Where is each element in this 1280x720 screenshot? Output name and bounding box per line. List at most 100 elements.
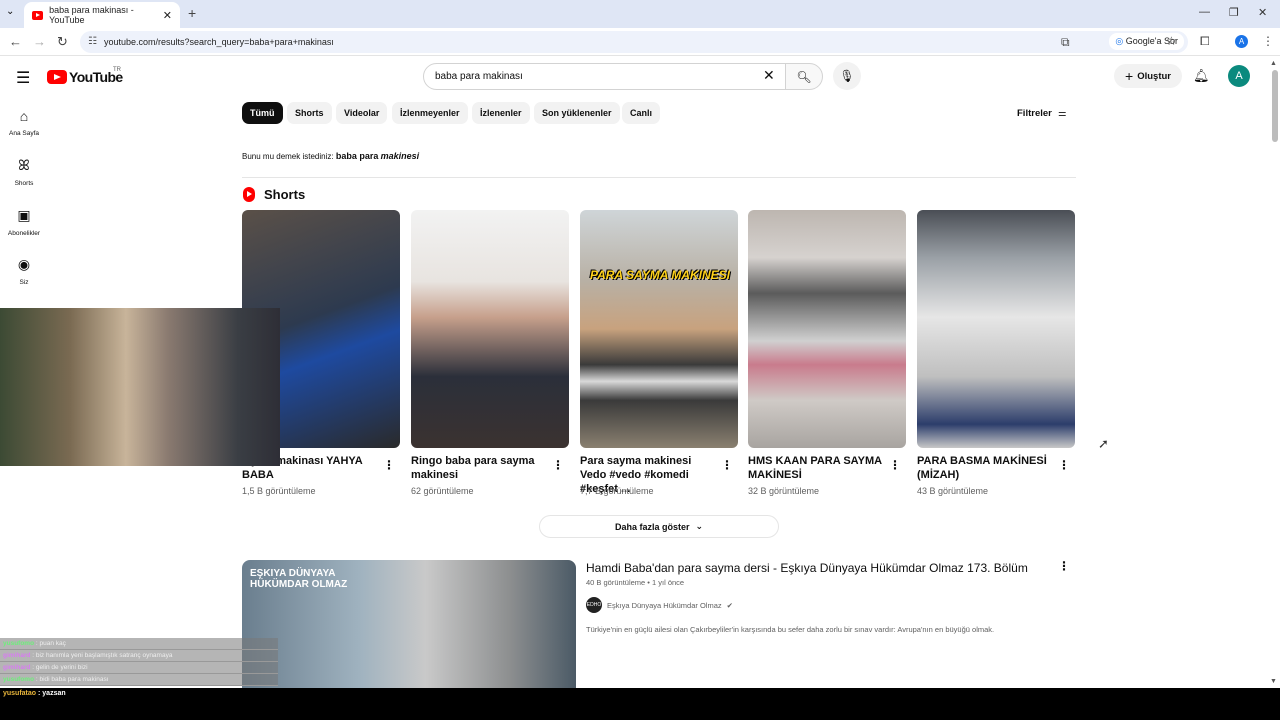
more-options-icon[interactable]: ⋮ bbox=[889, 458, 901, 472]
more-options-icon[interactable]: ⋮ bbox=[1058, 458, 1070, 472]
mouse-cursor-icon: ➚ bbox=[1098, 436, 1109, 451]
chat-username: yusufomo bbox=[3, 640, 35, 647]
url-text: youtube.com/results?search_query=baba+pa… bbox=[104, 37, 334, 47]
short-title[interactable]: PARA BASMA MAKİNESİ (MİZAH) bbox=[917, 454, 1053, 482]
short-thumbnail[interactable]: PARA SAYMA MAKINESI bbox=[580, 210, 738, 448]
chat-text: gelin de yerini bizi bbox=[35, 664, 88, 671]
scrollbar-thumb[interactable] bbox=[1272, 70, 1278, 142]
new-tab-icon[interactable]: + bbox=[188, 5, 196, 21]
notifications-bell-icon[interactable]: 🔔︎ bbox=[1193, 68, 1210, 84]
channel-avatar[interactable]: EDHO bbox=[586, 597, 602, 613]
video-title[interactable]: Hamdi Baba'dan para sayma dersi - Eşkıya… bbox=[586, 561, 1028, 575]
divider bbox=[242, 177, 1076, 178]
short-card[interactable]: PARA SAYMA MAKINESI Para sayma makinesi … bbox=[580, 210, 738, 496]
bookmark-star-icon[interactable]: ☆ bbox=[1166, 34, 1177, 48]
suggestion-link-plain[interactable]: baba para bbox=[336, 151, 379, 161]
youtube-favicon-icon bbox=[32, 10, 44, 20]
sidebar-item-label: Siz bbox=[19, 279, 29, 286]
sidebar-item-subscriptions[interactable]: ▣ Abonelikler bbox=[0, 207, 48, 237]
chip-recently-uploaded[interactable]: Son yüklenenler bbox=[534, 102, 620, 124]
video-thumbnail[interactable]: EŞKIYA DÜNYAYA HÜKÜMDAR OLMAZ bbox=[242, 560, 576, 688]
browser-tab-active[interactable]: baba para makinası - YouTube ✕ bbox=[24, 2, 180, 28]
short-card[interactable]: Ringo baba para sayma makinesi 62 görünt… bbox=[411, 210, 569, 496]
forward-icon[interactable]: → bbox=[33, 34, 46, 49]
scroll-down-icon[interactable]: ▼ bbox=[1270, 678, 1277, 685]
filters-button[interactable]: Filtreler ⚌ bbox=[1017, 108, 1066, 119]
shorts-section-title: Shorts bbox=[264, 187, 306, 202]
sidebar-item-home[interactable]: ⌂ Ana Sayfa bbox=[0, 108, 48, 137]
install-app-icon[interactable]: ⧉ bbox=[1061, 35, 1070, 50]
chat-username: gimihard bbox=[3, 652, 31, 659]
shorts-icon: ꕤ bbox=[18, 157, 30, 173]
sidebar-item-you[interactable]: ◉ Siz bbox=[0, 256, 48, 286]
more-options-icon[interactable]: ⋮ bbox=[383, 458, 395, 472]
filter-sliders-icon: ⚌ bbox=[1057, 108, 1067, 119]
chip-unwatched[interactable]: İzlenmeyenler bbox=[392, 102, 468, 124]
suggestion-link-italic[interactable]: makinesi bbox=[381, 151, 420, 161]
chat-text: bidi baba para makinası bbox=[39, 676, 109, 683]
address-bar[interactable]: ☷ youtube.com/results?search_query=baba+… bbox=[80, 31, 1188, 53]
more-options-icon[interactable]: ⋮ bbox=[721, 458, 733, 472]
clear-search-icon[interactable]: ✕ bbox=[763, 67, 775, 84]
hamburger-menu-icon[interactable]: ☰ bbox=[16, 68, 30, 88]
lens-icon: ◎ bbox=[1115, 36, 1124, 46]
chip-watched[interactable]: İzlenenler bbox=[472, 102, 530, 124]
search-input[interactable]: baba para makinası bbox=[423, 63, 786, 90]
more-options-icon[interactable]: ⋮ bbox=[552, 458, 564, 472]
chat-message: yusufomo : bidi baba para makinası bbox=[0, 674, 278, 686]
chat-message: gimihard : biz hanımla yeni başlamıştık … bbox=[0, 650, 278, 662]
short-thumbnail[interactable] bbox=[917, 210, 1075, 448]
extensions-icon[interactable]: ⧠ bbox=[1200, 34, 1210, 49]
chevron-down-icon: ⌄ bbox=[695, 521, 704, 531]
webcam-overlay bbox=[0, 308, 280, 466]
suggestion-prefix: Bunu mu demek istediniz: bbox=[242, 152, 334, 161]
short-thumbnail[interactable] bbox=[411, 210, 569, 448]
did-you-mean: Bunu mu demek istediniz: baba para makin… bbox=[242, 151, 419, 161]
you-icon: ◉ bbox=[17, 256, 31, 272]
chip-videos[interactable]: Videolar bbox=[336, 102, 388, 124]
short-views: 62 görüntüleme bbox=[411, 486, 474, 496]
channel-row[interactable]: EDHO Eşkıya Dünyaya Hükümdar Olmaz ✔ bbox=[586, 597, 733, 613]
account-avatar[interactable]: A bbox=[1228, 65, 1250, 87]
chat-text: biz hanımla yeni başlamıştık satranç oyn… bbox=[35, 652, 173, 659]
home-icon: ⌂ bbox=[19, 108, 29, 124]
tab-close-icon[interactable]: ✕ bbox=[163, 9, 172, 22]
voice-search-button[interactable]: 🎙︎ bbox=[833, 62, 861, 90]
chip-live[interactable]: Canlı bbox=[622, 102, 661, 124]
chip-shorts[interactable]: Shorts bbox=[287, 102, 332, 124]
show-more-button[interactable]: Daha fazla göster ⌄ bbox=[539, 515, 779, 538]
short-thumbnail[interactable] bbox=[748, 210, 906, 448]
search-button[interactable]: 🔍︎ bbox=[785, 63, 823, 90]
back-icon[interactable]: ← bbox=[9, 34, 22, 49]
scroll-up-icon[interactable]: ▲ bbox=[1270, 60, 1277, 67]
stream-chat: yusufomo : puan kaç gimihard : biz hanım… bbox=[0, 638, 278, 686]
minimize-icon[interactable]: — bbox=[1199, 6, 1210, 18]
sidebar-item-shorts[interactable]: ꕤ Shorts bbox=[0, 157, 48, 187]
short-card[interactable]: HMS KAAN PARA SAYMA MAKİNESİ 32 B görünt… bbox=[748, 210, 906, 496]
create-button[interactable]: + Oluştur bbox=[1114, 64, 1182, 88]
window-close-icon[interactable]: ✕ bbox=[1258, 6, 1267, 19]
show-more-label: Daha fazla göster bbox=[614, 521, 690, 532]
tab-list-icon[interactable]: ⌄ bbox=[6, 6, 14, 17]
short-card[interactable]: PARA BASMA MAKİNESİ (MİZAH) 43 B görüntü… bbox=[917, 210, 1075, 496]
chip-all[interactable]: Tümü bbox=[242, 102, 283, 124]
sidebar-item-label: Abonelikler bbox=[7, 230, 41, 237]
sidebar-item-label: Ana Sayfa bbox=[9, 130, 39, 137]
restore-icon[interactable]: ❐ bbox=[1229, 6, 1239, 19]
chat-message: gimihard : gelin de yerini bizi bbox=[0, 662, 278, 674]
browser-profile-avatar[interactable]: A bbox=[1235, 35, 1248, 48]
channel-name[interactable]: Eşkıya Dünyaya Hükümdar Olmaz bbox=[607, 601, 722, 610]
reload-icon[interactable]: ↻ bbox=[57, 34, 68, 50]
page-scrollbar[interactable] bbox=[1268, 58, 1280, 688]
stream-bottom-bar bbox=[0, 688, 1280, 720]
short-title[interactable]: Ringo baba para sayma makinesi bbox=[411, 454, 547, 482]
short-title[interactable]: HMS KAAN PARA SAYMA MAKİNESİ bbox=[748, 454, 884, 482]
more-options-icon[interactable]: ⋮ bbox=[1058, 559, 1070, 573]
subscriptions-icon: ▣ bbox=[17, 207, 31, 223]
shorts-logo-icon bbox=[243, 187, 255, 202]
site-info-icon[interactable]: ☷ bbox=[88, 36, 97, 47]
video-thumbnail-text: EŞKIYA DÜNYAYA HÜKÜMDAR OLMAZ bbox=[250, 568, 348, 590]
chat-message: yusufomo : puan kaç bbox=[0, 638, 278, 650]
youtube-logo[interactable]: YouTube TR bbox=[47, 67, 123, 85]
chrome-menu-icon[interactable]: ⋮ bbox=[1262, 34, 1274, 48]
